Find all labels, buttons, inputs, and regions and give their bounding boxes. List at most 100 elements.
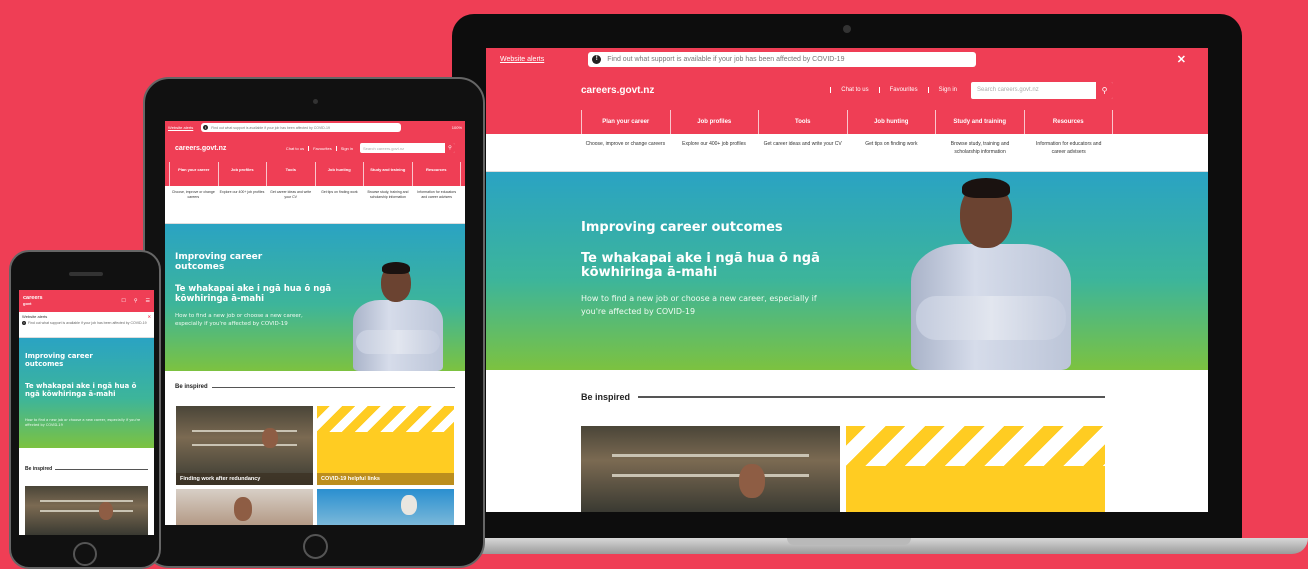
nav-study-training[interactable]: Study and training xyxy=(363,162,412,186)
subnav-item[interactable]: Get career ideas and write your CV xyxy=(758,140,847,171)
card-photo-redundancy[interactable]: Finding work after redundancy xyxy=(176,406,313,485)
nav-plan-your-career[interactable]: Plan your career xyxy=(169,162,218,186)
subnav-item[interactable]: Explore our 400+ job profiles xyxy=(218,190,267,223)
nav-resources[interactable]: Resources xyxy=(1023,110,1113,134)
card-covid-links[interactable] xyxy=(846,426,1105,512)
nav-tools[interactable]: Tools xyxy=(266,162,315,186)
alert-message-text: Find out what support is available if yo… xyxy=(211,125,330,130)
laptop-notch xyxy=(787,538,911,545)
home-button-icon xyxy=(73,542,97,566)
be-inspired-heading: Be inspired xyxy=(581,392,1105,402)
menu-icon[interactable]: ☰ xyxy=(146,298,150,304)
nav-job-profiles[interactable]: Job profiles xyxy=(217,162,267,186)
alert-message[interactable]: ! Find out what support is available if … xyxy=(588,51,977,67)
hero-subtitle: How to find a new job or choose a new ca… xyxy=(25,418,141,427)
home-button-icon xyxy=(303,534,328,559)
chat-link[interactable]: Chat to us xyxy=(830,87,878,93)
site-logo[interactable]: careers govt xyxy=(23,295,43,306)
site-header: careers.govt.nz Chat to us Favourites Si… xyxy=(486,70,1208,110)
nav-tools[interactable]: Tools xyxy=(758,110,847,134)
hero-title: Improving career outcomes xyxy=(175,252,263,272)
laptop-device: Website alerts ! Find out what support i… xyxy=(452,14,1242,541)
site-logo[interactable]: careers.govt.nz xyxy=(175,145,226,152)
card-caption: Finding work after redundancy xyxy=(176,473,313,485)
main-nav: Plan your career Job profiles Tools Job … xyxy=(165,162,465,186)
tablet-screen: Website alerts ! Find out what support i… xyxy=(165,121,465,525)
subnav-item[interactable]: Get tips on finding work xyxy=(847,140,936,171)
site-header: careers govt ☐ ⚲ ☰ xyxy=(19,290,154,312)
signin-link[interactable]: Sign in xyxy=(335,145,357,151)
subnav-item[interactable]: Browse study, training and scholarship i… xyxy=(936,140,1025,171)
header-icons: ☐ ⚲ ☰ xyxy=(121,298,150,304)
hero-subtitle: How to find a new job or choose a new ca… xyxy=(175,313,303,327)
subnav-item[interactable]: Browse study, training and scholarship i… xyxy=(364,190,413,223)
speaker-icon xyxy=(69,272,103,276)
alert-message-text: Find out what support is available if yo… xyxy=(607,55,845,63)
card-caption: COVID-19 helpful links xyxy=(317,473,454,485)
alert-message[interactable]: ! Find out what support is available if … xyxy=(201,123,402,132)
be-inspired-heading: Be inspired xyxy=(175,384,455,390)
header-links: Chat to us Favourites Sign in xyxy=(830,87,967,93)
be-inspired-heading: Be inspired xyxy=(25,466,148,472)
alert-panel: Website alerts ✕ ! Find out what support… xyxy=(19,312,154,338)
divider xyxy=(55,468,148,470)
hero-title: Improving career outcomes xyxy=(25,352,93,368)
card-photo-workers[interactable] xyxy=(317,489,454,525)
hero-banner: Improving career outcomes Te whakapai ak… xyxy=(165,224,465,371)
favourites-link[interactable]: Favourites xyxy=(308,145,336,151)
be-inspired-label: Be inspired xyxy=(25,466,53,472)
sign-in-icon[interactable]: ⚲ xyxy=(134,298,138,304)
close-icon[interactable]: ✕ xyxy=(148,314,151,319)
nav-job-hunting[interactable]: Job hunting xyxy=(314,162,364,186)
hero-banner: Improving career outcomes Te whakapai ak… xyxy=(486,172,1208,370)
subnav-item[interactable]: Explore our 400+ job profiles xyxy=(670,140,759,171)
close-icon[interactable]: ✕ xyxy=(1177,53,1186,66)
sub-nav: Choose, improve or change careers Explor… xyxy=(486,134,1208,172)
website-alerts-link[interactable]: Website alerts xyxy=(500,56,544,63)
website-alerts-link[interactable]: Website alerts xyxy=(22,314,47,319)
search-placeholder: Search careers.govt.nz xyxy=(977,87,1039,93)
card-photo-redundancy[interactable] xyxy=(25,486,148,535)
site-logo[interactable]: careers.govt.nz xyxy=(581,85,654,96)
subnav-item[interactable]: Choose, improve or change careers xyxy=(581,140,670,171)
info-icon: ! xyxy=(22,321,26,325)
chat-icon[interactable]: ☐ xyxy=(121,298,125,304)
main-nav: Plan your career Job profiles Tools Job … xyxy=(486,110,1208,134)
hero-maori-title: Te whakapai ake i ngā hua ō ngā kōwhirin… xyxy=(175,284,332,304)
card-covid-links[interactable]: COVID-19 helpful links xyxy=(317,406,454,485)
nav-job-profiles[interactable]: Job profiles xyxy=(669,110,759,134)
site-header: careers.govt.nz Chat to us Favourites Si… xyxy=(165,134,465,162)
subnav-item[interactable]: Information for educators and career adv… xyxy=(412,190,461,223)
hero-person-image xyxy=(906,178,1076,370)
subnav-item[interactable]: Choose, improve or change careers xyxy=(169,190,218,223)
search-input[interactable]: Search careers.govt.nz ⚲ xyxy=(971,81,1113,99)
laptop-screen: Website alerts ! Find out what support i… xyxy=(486,48,1208,512)
signin-link[interactable]: Sign in xyxy=(927,87,967,93)
battery-status: 100% xyxy=(451,125,462,130)
phone-screen: careers govt ☐ ⚲ ☰ Website alerts ✕ ! Fi… xyxy=(19,290,154,535)
nav-job-hunting[interactable]: Job hunting xyxy=(846,110,936,134)
search-icon[interactable]: ⚲ xyxy=(1096,81,1113,99)
search-input[interactable]: Search careers.govt.nz ⚲ xyxy=(360,143,455,153)
nav-study-training[interactable]: Study and training xyxy=(935,110,1024,134)
hero-maori-title: Te whakapai ake i ngā hua ō ngā kōwhirin… xyxy=(581,251,820,280)
subnav-item[interactable]: Get tips on finding work xyxy=(315,190,364,223)
subnav-item[interactable]: Get career ideas and write your CV xyxy=(266,190,315,223)
website-alerts-link[interactable]: Website alerts xyxy=(168,125,193,130)
card-photo-redundancy[interactable] xyxy=(581,426,840,512)
camera-icon xyxy=(843,25,851,33)
alert-message[interactable]: ! Find out what support is available if … xyxy=(22,321,151,325)
be-inspired-label: Be inspired xyxy=(175,384,208,390)
card-photo-person[interactable] xyxy=(176,489,313,525)
nav-plan-your-career[interactable]: Plan your career xyxy=(581,110,670,134)
nav-resources[interactable]: Resources xyxy=(411,162,461,186)
chat-link[interactable]: Chat to us xyxy=(282,146,308,151)
divider xyxy=(638,396,1105,398)
info-icon: ! xyxy=(203,125,209,130)
search-placeholder: Search careers.govt.nz xyxy=(363,145,405,151)
hero-subtitle: How to find a new job or choose a new ca… xyxy=(581,294,817,316)
hero-banner: Improving career outcomes Te whakapai ak… xyxy=(19,338,154,448)
subnav-item[interactable]: Information for educators and career adv… xyxy=(1024,140,1113,171)
search-icon[interactable]: ⚲ xyxy=(445,143,455,153)
favourites-link[interactable]: Favourites xyxy=(878,87,928,93)
